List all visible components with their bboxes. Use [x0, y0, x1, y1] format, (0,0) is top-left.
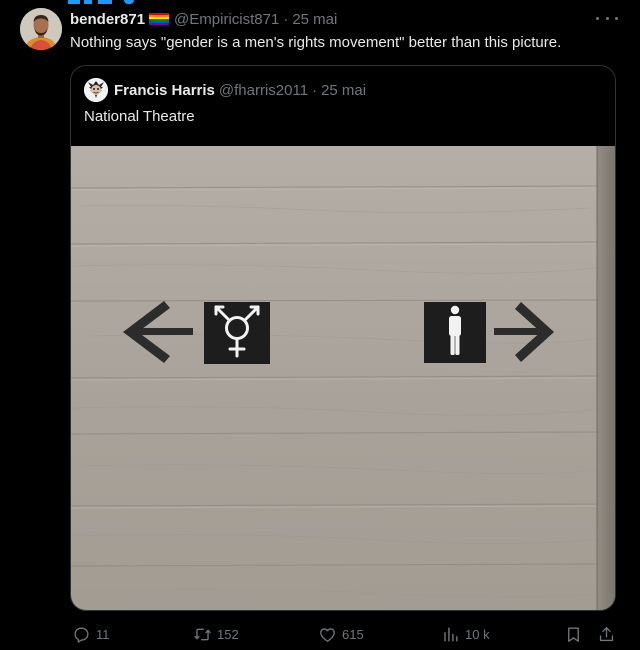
share-icon: [599, 626, 614, 641]
quoted-user-handle[interactable]: @fharris2011: [219, 82, 308, 99]
views-count: 10 k: [465, 626, 490, 642]
reply-count: 11: [96, 626, 110, 642]
bookmark-button[interactable]: [564, 624, 588, 644]
views-button[interactable]: 10 k: [441, 624, 490, 644]
action-bar: 11 152 615 10 k: [0, 616, 640, 650]
bookmark-icon: [568, 626, 579, 642]
repost-icon: [194, 628, 211, 640]
quoted-post-date[interactable]: 25 mai: [321, 82, 366, 99]
avatar[interactable]: [20, 8, 62, 50]
like-button[interactable]: 615: [318, 624, 364, 644]
rainbow-flag-icon: [149, 12, 170, 26]
reply-button[interactable]: 11: [72, 624, 110, 644]
separator-dot: ·: [283, 10, 289, 28]
views-icon: [444, 626, 458, 642]
share-button[interactable]: [597, 624, 621, 644]
more-icon[interactable]: [596, 9, 618, 27]
tweet[interactable]: bender871 @Empiricist871 · 25 mai Nothin…: [0, 0, 640, 650]
display-name[interactable]: bender871: [70, 11, 145, 28]
previous-post-remnant: [68, 0, 158, 4]
heart-icon: [320, 627, 335, 642]
quoted-post-text: National Theatre: [84, 108, 195, 125]
repost-count: 152: [217, 626, 239, 642]
quoted-separator-dot: ·: [312, 81, 318, 99]
post-date[interactable]: 25 mai: [292, 11, 337, 28]
repost-button[interactable]: 152: [193, 624, 239, 644]
quoted-post[interactable]: Francis Harris @fharris2011 · 25 mai Nat…: [70, 65, 616, 611]
user-handle[interactable]: @Empiricist871: [174, 11, 279, 28]
like-count: 615: [342, 626, 364, 642]
quoted-avatar[interactable]: [84, 78, 108, 102]
post-text: Nothing says "gender is a men's rights m…: [70, 34, 562, 51]
post-photo[interactable]: [71, 146, 615, 610]
reply-icon: [74, 626, 89, 643]
quoted-display-name[interactable]: Francis Harris: [114, 82, 215, 99]
